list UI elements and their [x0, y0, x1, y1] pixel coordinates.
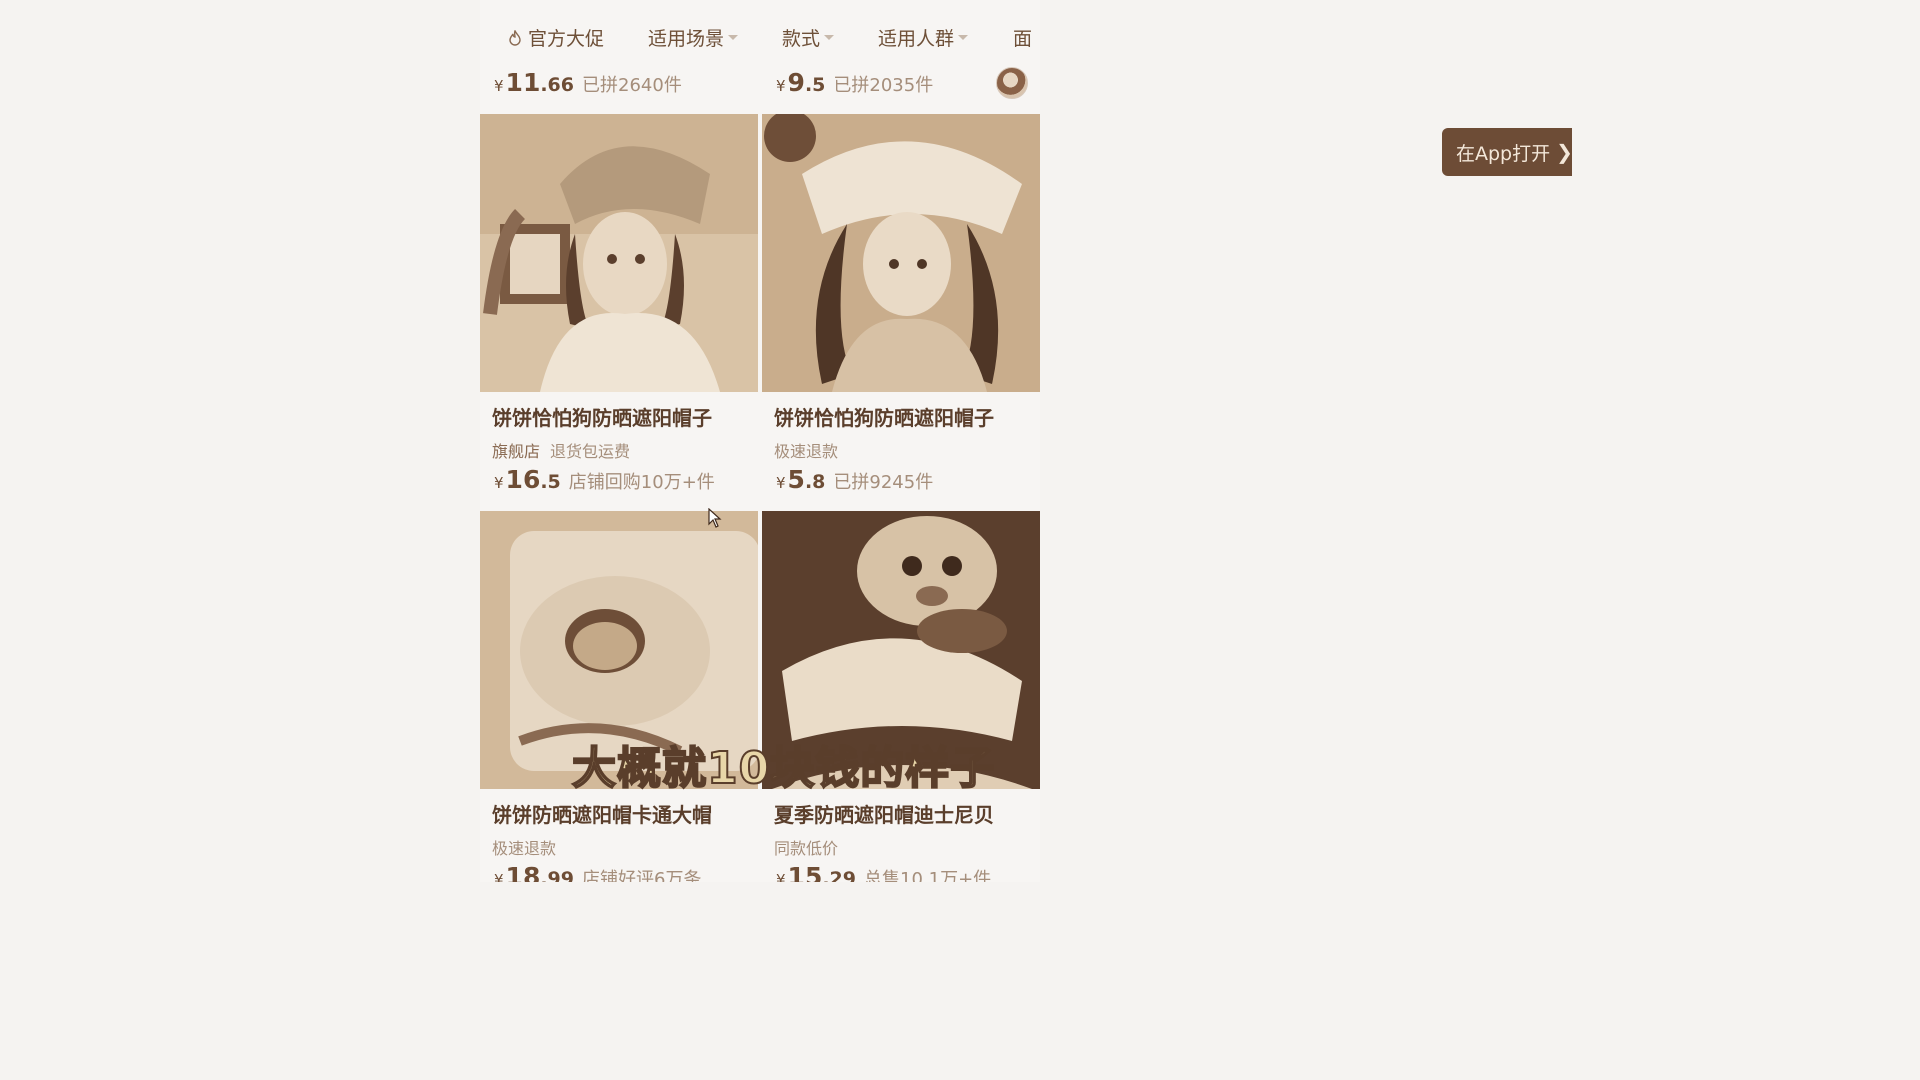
price-integer: 16	[505, 465, 541, 494]
filter-label: 官方大促	[528, 28, 605, 50]
video-subtitle: 大概就10块钱的样子	[571, 742, 996, 795]
filter-bar: 官方大促 适用场景 款式 适用人群 面	[480, 14, 1040, 60]
filter-label: 适用人群	[878, 28, 955, 50]
avatar[interactable]	[996, 67, 1028, 99]
filter-style[interactable]: 款式	[782, 24, 835, 51]
price-decimal: .99	[540, 868, 575, 882]
price-line: ¥ 18 .99 店铺好评6万条	[494, 862, 701, 882]
price-decimal: .66	[540, 74, 575, 96]
filter-more[interactable]: 面	[1013, 24, 1032, 51]
price-line: ¥ 9 .5 已拼2035件	[776, 68, 933, 97]
product-tags: 旗舰店 退货包运费	[492, 438, 630, 462]
price-line: ¥ 5 .8 已拼9245件	[776, 465, 933, 494]
sold-count: 已拼2035件	[833, 75, 934, 96]
flame-icon	[509, 29, 521, 46]
currency-symbol: ¥	[494, 871, 504, 882]
price-line: ¥ 11 .66 已拼2640件	[494, 68, 682, 97]
product-title[interactable]: 饼饼恰怕狗防晒遮阳帽子	[774, 402, 994, 431]
price-integer: 11	[505, 68, 541, 97]
price-decimal: .5	[540, 471, 561, 493]
price-integer: 18	[505, 862, 541, 882]
filter-label: 适用场景	[648, 28, 725, 50]
price-decimal: .29	[822, 868, 857, 882]
caret-down-icon	[824, 35, 835, 40]
currency-symbol: ¥	[776, 474, 786, 492]
product-tags: 同款低价	[774, 835, 838, 859]
product-tags: 极速退款	[492, 835, 556, 859]
sold-count: 店铺回购10万+件	[568, 472, 715, 493]
price-integer: 15	[787, 862, 823, 882]
caret-down-icon	[728, 35, 739, 40]
product-title[interactable]: 饼饼防晒遮阳帽卡通大帽	[492, 799, 712, 828]
price-line: ¥ 15 .29 总售10.1万+件	[776, 862, 991, 882]
sold-count: 已拼9245件	[833, 472, 934, 493]
product-title[interactable]: 夏季防晒遮阳帽迪士尼贝	[774, 799, 994, 828]
sold-count: 已拼2640件	[582, 75, 682, 96]
price-integer: 5	[787, 465, 805, 494]
price-decimal: .5	[804, 74, 826, 96]
filter-audience[interactable]: 适用人群	[878, 24, 969, 51]
tag: 极速退款	[774, 442, 839, 461]
filter-label: 面	[1013, 28, 1033, 50]
price-decimal: .8	[804, 471, 826, 493]
currency-symbol: ¥	[494, 474, 504, 492]
product-tags: 极速退款	[774, 438, 838, 462]
price-line: ¥ 16 .5 店铺回购10万+件	[494, 465, 715, 494]
currency-symbol: ¥	[494, 77, 504, 95]
filter-official-promo[interactable]: 官方大促	[508, 24, 604, 51]
currency-symbol: ¥	[776, 871, 786, 882]
mouse-cursor-icon	[708, 508, 722, 528]
price-integer: 9	[787, 68, 805, 97]
open-in-app-button[interactable]: 在App打开 ❯	[1442, 128, 1573, 176]
product-photo-girl-hat	[480, 114, 758, 392]
filter-label: 款式	[782, 28, 821, 50]
open-in-app-label: 在App打开	[1456, 142, 1551, 165]
sold-count: 总售10.1万+件	[864, 869, 992, 882]
currency-symbol: ¥	[776, 77, 786, 95]
product-title[interactable]: 饼饼恰怕狗防晒遮阳帽子	[492, 402, 712, 431]
tag: 同款低价	[774, 839, 839, 858]
filter-scene[interactable]: 适用场景	[648, 24, 739, 51]
product-image[interactable]	[762, 114, 1040, 392]
product-photo-girl-visor	[762, 114, 1040, 392]
tag: 退货包运费	[550, 442, 631, 461]
product-image[interactable]	[480, 114, 758, 392]
sold-count: 店铺好评6万条	[582, 869, 702, 882]
chevron-right-icon: ❯	[1556, 140, 1573, 164]
tag: 极速退款	[492, 839, 557, 858]
caret-down-icon	[958, 35, 969, 40]
tag-flagship: 旗舰店	[492, 442, 541, 461]
